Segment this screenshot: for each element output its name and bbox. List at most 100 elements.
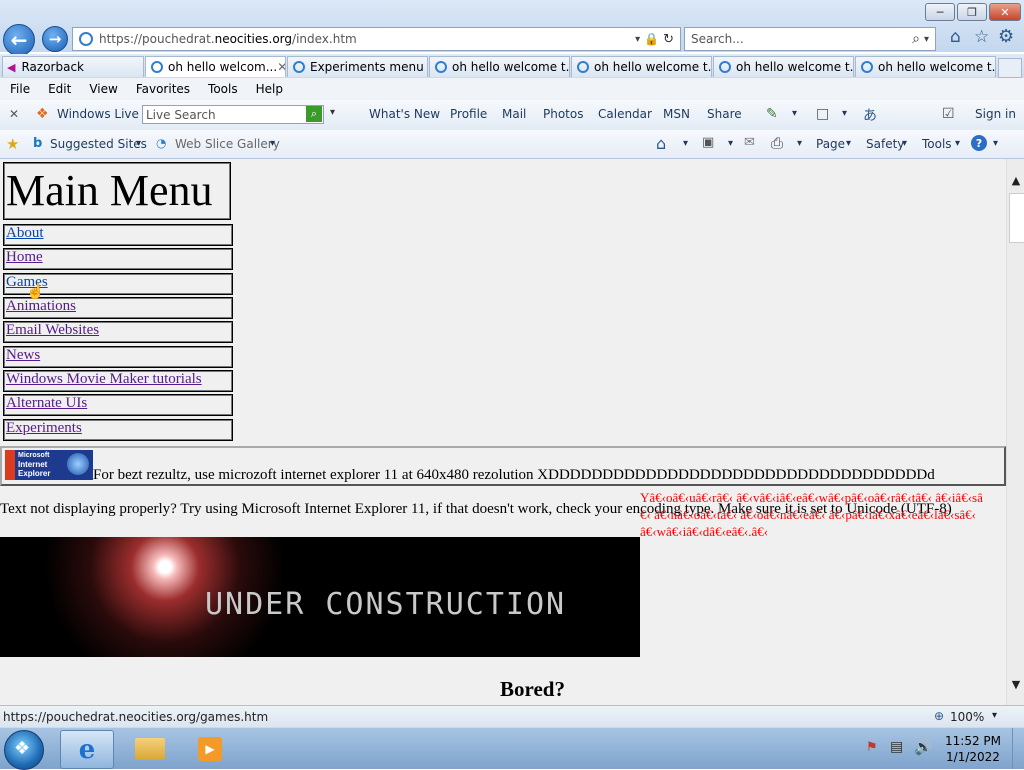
clock-time: 11:52 PM [945, 734, 1001, 748]
safety-menu[interactable]: Safety [866, 137, 904, 151]
live-search-input[interactable]: Live Search [142, 105, 324, 124]
close-toolbar-icon[interactable]: ✕ [9, 107, 19, 121]
page-menu[interactable]: Page [816, 137, 845, 151]
print-dropdown-icon[interactable]: ▾ [797, 138, 802, 149]
new-tab-button[interactable] [998, 58, 1022, 78]
scroll-down-icon[interactable]: ▼ [1007, 675, 1024, 693]
close-window-button[interactable]: ✕ [989, 3, 1021, 21]
live-link-calendar[interactable]: Calendar [598, 107, 652, 121]
mail-icon[interactable]: ✉ [744, 135, 755, 150]
menu-link-email-websites[interactable]: Email Websites [6, 322, 99, 338]
home-dropdown-icon[interactable]: ▾ [683, 138, 688, 149]
menu-file[interactable]: File [10, 82, 30, 96]
live-search-dropdown-icon[interactable]: ▾ [330, 107, 335, 118]
menu-edit[interactable]: Edit [48, 82, 71, 96]
taskbar-ie-button[interactable]: e [60, 730, 114, 769]
spaces-icon[interactable]: ✎ [766, 106, 778, 122]
tab-label: Razorback [21, 60, 84, 74]
windows-live-label[interactable]: Windows Live [57, 107, 139, 121]
lock-icon[interactable]: 🔒 [644, 32, 659, 46]
web-slice-gallery-link[interactable]: Web Slice Gallery [175, 137, 280, 151]
web-slice-dropdown-icon[interactable]: ▾ [270, 138, 275, 149]
rss-feed-icon[interactable]: ▣ [702, 135, 714, 150]
tab-hello-5[interactable]: oh hello welcome t... [713, 56, 854, 77]
forward-button[interactable]: → [42, 26, 68, 52]
network-icon[interactable]: ▤ [890, 739, 903, 755]
safety-dropdown-icon[interactable]: ▾ [902, 138, 907, 149]
tab-hello-6[interactable]: oh hello welcome t... [855, 56, 996, 77]
search-input[interactable]: Search... [691, 32, 744, 46]
menu-link-experiments[interactable]: Experiments [6, 420, 82, 436]
menu-link-wmm-tutorials[interactable]: Windows Movie Maker tutorials [6, 371, 202, 387]
page-dropdown-icon[interactable]: ▾ [846, 138, 851, 149]
menu-favorites[interactable]: Favorites [136, 82, 190, 96]
menu-link-alternate-uis[interactable]: Alternate UIs [6, 395, 87, 411]
search-dropdown-icon[interactable]: ▾ [924, 34, 929, 45]
menu-help[interactable]: Help [256, 82, 283, 96]
show-desktop-button[interactable] [1012, 728, 1024, 769]
gear-icon[interactable]: ⚙ [998, 26, 1014, 47]
banner-text: UNDER CONSTRUCTION [205, 587, 567, 622]
home-icon[interactable]: ⌂ [656, 134, 666, 153]
address-dropdown-icon[interactable]: ▾ [635, 34, 640, 45]
favorites-star-icon[interactable]: ★ [6, 135, 19, 153]
title-bar: ─ ❐ ✕ ← → https://pouchedrat. neocities.o… [0, 0, 1024, 56]
tab-experiments[interactable]: Experiments menu [287, 56, 428, 77]
address-bar[interactable]: https://pouchedrat. neocities.org/index.h… [72, 27, 681, 51]
tab-hello-3[interactable]: oh hello welcome t... [429, 56, 570, 77]
tab-razorback[interactable]: ◀ Razorback [2, 56, 144, 77]
home-icon[interactable]: ⌂ [950, 27, 961, 47]
menu-link-news[interactable]: News [6, 347, 40, 363]
favorites-star-icon[interactable]: ☆ [974, 27, 989, 47]
forward-arrow-icon: → [48, 30, 62, 48]
taskbar-media-button[interactable]: ▶ [184, 730, 236, 767]
live-link-whats-new[interactable]: What's New [369, 107, 440, 121]
taskbar-explorer-button[interactable] [124, 730, 176, 767]
suggested-dropdown-icon[interactable]: ▾ [136, 138, 141, 149]
live-link-mail[interactable]: Mail [502, 107, 526, 121]
ie-badge-logo[interactable]: Microsoft Internet Explorer [5, 450, 93, 480]
live-link-msn[interactable]: MSN [663, 107, 690, 121]
search-box[interactable]: Search... ⌕ ▾ [684, 27, 936, 51]
restore-button[interactable]: ❐ [957, 3, 987, 21]
zoom-dropdown-icon[interactable]: ▾ [992, 710, 997, 721]
window-dropdown-icon[interactable]: ▾ [842, 108, 847, 119]
windows-logo-icon: ❖ [14, 738, 31, 759]
menu-tools[interactable]: Tools [208, 82, 238, 96]
start-button[interactable]: ❖ [4, 730, 44, 770]
vertical-scrollbar[interactable]: ▲ ▼ [1006, 159, 1024, 705]
window-icon[interactable]: □ [816, 106, 829, 122]
live-link-share[interactable]: Share [707, 107, 742, 121]
help-dropdown-icon[interactable]: ▾ [993, 138, 998, 149]
print-icon[interactable]: ⎙ [771, 134, 783, 152]
close-tab-icon[interactable]: ✕ [277, 60, 285, 74]
search-icon[interactable]: ⌕ [912, 31, 920, 47]
live-link-profile[interactable]: Profile [450, 107, 487, 121]
tools-menu[interactable]: Tools [922, 137, 952, 151]
tab-active[interactable]: oh hello welcom... ✕ [145, 56, 286, 77]
zoom-icon[interactable]: ⊕ [934, 709, 944, 723]
menu-link-about[interactable]: About [6, 225, 44, 241]
action-center-icon[interactable]: ⚑ [866, 740, 878, 755]
tools-dropdown-icon[interactable]: ▾ [955, 138, 960, 149]
live-link-photos[interactable]: Photos [543, 107, 583, 121]
feed-dropdown-icon[interactable]: ▾ [728, 138, 733, 149]
scroll-thumb[interactable] [1009, 193, 1024, 243]
live-search-go-icon[interactable]: ⌕ [306, 106, 322, 122]
refresh-icon[interactable]: ↻ [663, 32, 674, 47]
tab-hello-4[interactable]: oh hello welcome t... [571, 56, 712, 77]
system-clock[interactable]: 11:52 PM 1/1/2022 [938, 733, 1008, 765]
menu-view[interactable]: View [89, 82, 117, 96]
menu-link-home[interactable]: Home [6, 249, 43, 265]
internet-explorer-icon: e [78, 734, 96, 765]
translate-icon[interactable]: あ [863, 105, 877, 125]
help-icon[interactable]: ? [971, 135, 987, 151]
minimize-button[interactable]: ─ [925, 3, 955, 21]
zoom-level[interactable]: 100% [950, 710, 984, 724]
scroll-up-icon[interactable]: ▲ [1007, 171, 1024, 189]
volume-icon[interactable]: 🔊 [914, 738, 933, 756]
spaces-dropdown-icon[interactable]: ▾ [792, 108, 797, 119]
sign-in-link[interactable]: Sign in [975, 107, 1016, 121]
suggested-sites-link[interactable]: Suggested Sites [50, 137, 147, 151]
back-button[interactable]: ← [3, 24, 35, 56]
